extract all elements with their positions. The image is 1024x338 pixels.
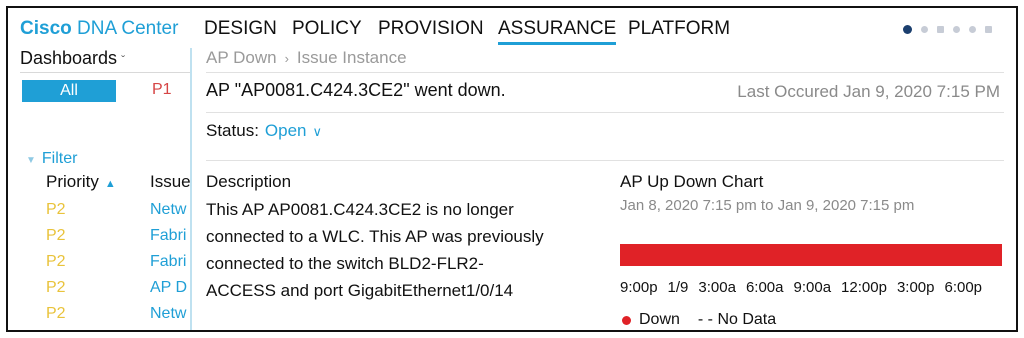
table-row[interactable]: P2 Netw	[8, 302, 192, 328]
issue-title: AP "AP0081.C424.3CE2" went down.	[206, 80, 506, 100]
table-row[interactable]: P2 Netw	[8, 198, 192, 224]
tick-label: 3:00a	[698, 279, 736, 296]
help-icon[interactable]	[903, 25, 912, 34]
nav-assurance[interactable]: ASSURANCE	[498, 18, 617, 45]
breadcrumb: AP Down › Issue Instance	[206, 48, 407, 68]
ap-down-bar[interactable]	[620, 244, 1002, 266]
description-line: ACCESS and port GigabitEthernet1/0/14	[206, 281, 514, 300]
description-line: This AP AP0081.C424.3CE2 is no longer	[206, 200, 514, 219]
apps-grid-icon[interactable]	[937, 26, 944, 33]
status-row: Status: Open ∨	[206, 121, 322, 141]
row-issue-link[interactable]: Netw	[150, 305, 190, 323]
tick-label: 6:00a	[745, 279, 784, 296]
row-priority: P2	[46, 305, 66, 322]
filter-label: Filter	[41, 150, 78, 167]
legend-nodata-label: - - No Data	[697, 311, 777, 328]
description-line: connected to a WLC. This AP was previous…	[206, 227, 544, 246]
chevron-down-icon: ˇ	[121, 53, 126, 67]
row-priority: P2	[46, 201, 66, 218]
chart-range: Jan 8, 2020 7:15 pm to Jan 9, 2020 7:15 …	[620, 197, 915, 214]
breadcrumb-ap-down[interactable]: AP Down	[206, 48, 277, 67]
legend-down-dot-icon	[622, 315, 631, 325]
tick-label: 12:00p	[841, 279, 887, 296]
row-priority: P2	[46, 253, 66, 270]
tick-label: 9:00a	[793, 279, 832, 296]
last-occurred: Last Occured Jan 9, 2020 7:15 PM	[737, 82, 1000, 101]
chevron-down-icon[interactable]: ∨	[313, 124, 323, 139]
search-icon[interactable]	[921, 26, 928, 33]
brand-name-rest: DNA Center	[71, 18, 179, 39]
table-row[interactable]: P2 Fabri	[8, 224, 192, 250]
sort-asc-icon: ▲	[104, 178, 116, 190]
dashboards-dropdown[interactable]: Dashboards ˇ	[20, 48, 125, 69]
settings-icon[interactable]	[953, 26, 960, 33]
filter-icon: ▼	[26, 155, 36, 166]
status-label: Status:	[206, 121, 259, 140]
column-header-priority[interactable]: Priority ▲	[46, 172, 116, 192]
top-nav: Cisco DNA Center DESIGN POLICY PROVISION…	[8, 8, 1016, 48]
tick-label: 9:00p	[620, 279, 658, 296]
breadcrumb-issue-instance: Issue Instance	[296, 48, 407, 67]
row-issue-link[interactable]: Fabri	[150, 227, 190, 245]
nav-design[interactable]: DESIGN	[204, 18, 277, 40]
tick-label: 6:00p	[944, 279, 983, 296]
row-priority: P2	[46, 279, 66, 296]
divider	[206, 72, 1004, 73]
table-row[interactable]: P2 Fabri	[8, 250, 192, 276]
left-panel: Dashboards ˇ All P1 ▼ Filter Priority ▲ Iss…	[8, 48, 192, 330]
filter-all-button[interactable]: All	[22, 80, 116, 102]
notifications-icon[interactable]	[969, 26, 976, 33]
row-priority: P2	[46, 227, 66, 244]
tick-label: 3:00p	[896, 279, 935, 296]
filter-p1-button[interactable]: P1	[152, 81, 172, 99]
user-icon[interactable]	[985, 26, 992, 33]
description-heading: Description	[206, 172, 292, 191]
chart-heading: AP Up Down Chart	[620, 172, 764, 191]
row-issue-link[interactable]: AP D	[150, 279, 190, 297]
brand-name-bold: Cisco	[20, 18, 72, 39]
filter-toggle[interactable]: ▼ Filter	[26, 150, 77, 168]
breadcrumb-separator-icon: ›	[284, 51, 289, 66]
divider	[206, 160, 1004, 161]
status-dropdown[interactable]: Open	[265, 121, 307, 140]
row-issue-link[interactable]: Netw	[150, 201, 190, 219]
nav-platform[interactable]: PLATFORM	[628, 18, 730, 40]
toolbar-icons	[903, 25, 992, 34]
description-line: connected to the switch BLD2-FLR2-	[206, 254, 484, 273]
tick-label: 1/9	[667, 279, 689, 296]
table-row[interactable]: P2 AP D	[8, 276, 192, 302]
brand-logo[interactable]: Cisco DNA Center	[20, 18, 178, 40]
priority-header-label: Priority	[46, 172, 99, 191]
nav-provision[interactable]: PROVISION	[378, 18, 484, 40]
column-header-issue[interactable]: Issue	[150, 172, 190, 192]
issue-detail-panel: AP Down › Issue Instance AP "AP0081.C424.3…	[194, 48, 1016, 330]
dashboards-label: Dashboards	[20, 48, 118, 68]
divider	[206, 112, 1004, 113]
chart-time-axis: 9:00p 1/9 3:00a 6:00a 9:00a 12:00p 3:00p…	[620, 279, 982, 296]
app-window: Cisco DNA Center DESIGN POLICY PROVISION…	[6, 6, 1018, 332]
divider	[20, 72, 190, 73]
legend-down-label: Down	[639, 311, 680, 328]
chart-legend: Down - - No Data	[620, 311, 776, 329]
row-issue-link[interactable]: Fabri	[150, 253, 190, 271]
nav-policy[interactable]: POLICY	[292, 18, 362, 40]
description-text: This AP AP0081.C424.3CE2 is no longer co…	[206, 196, 596, 304]
